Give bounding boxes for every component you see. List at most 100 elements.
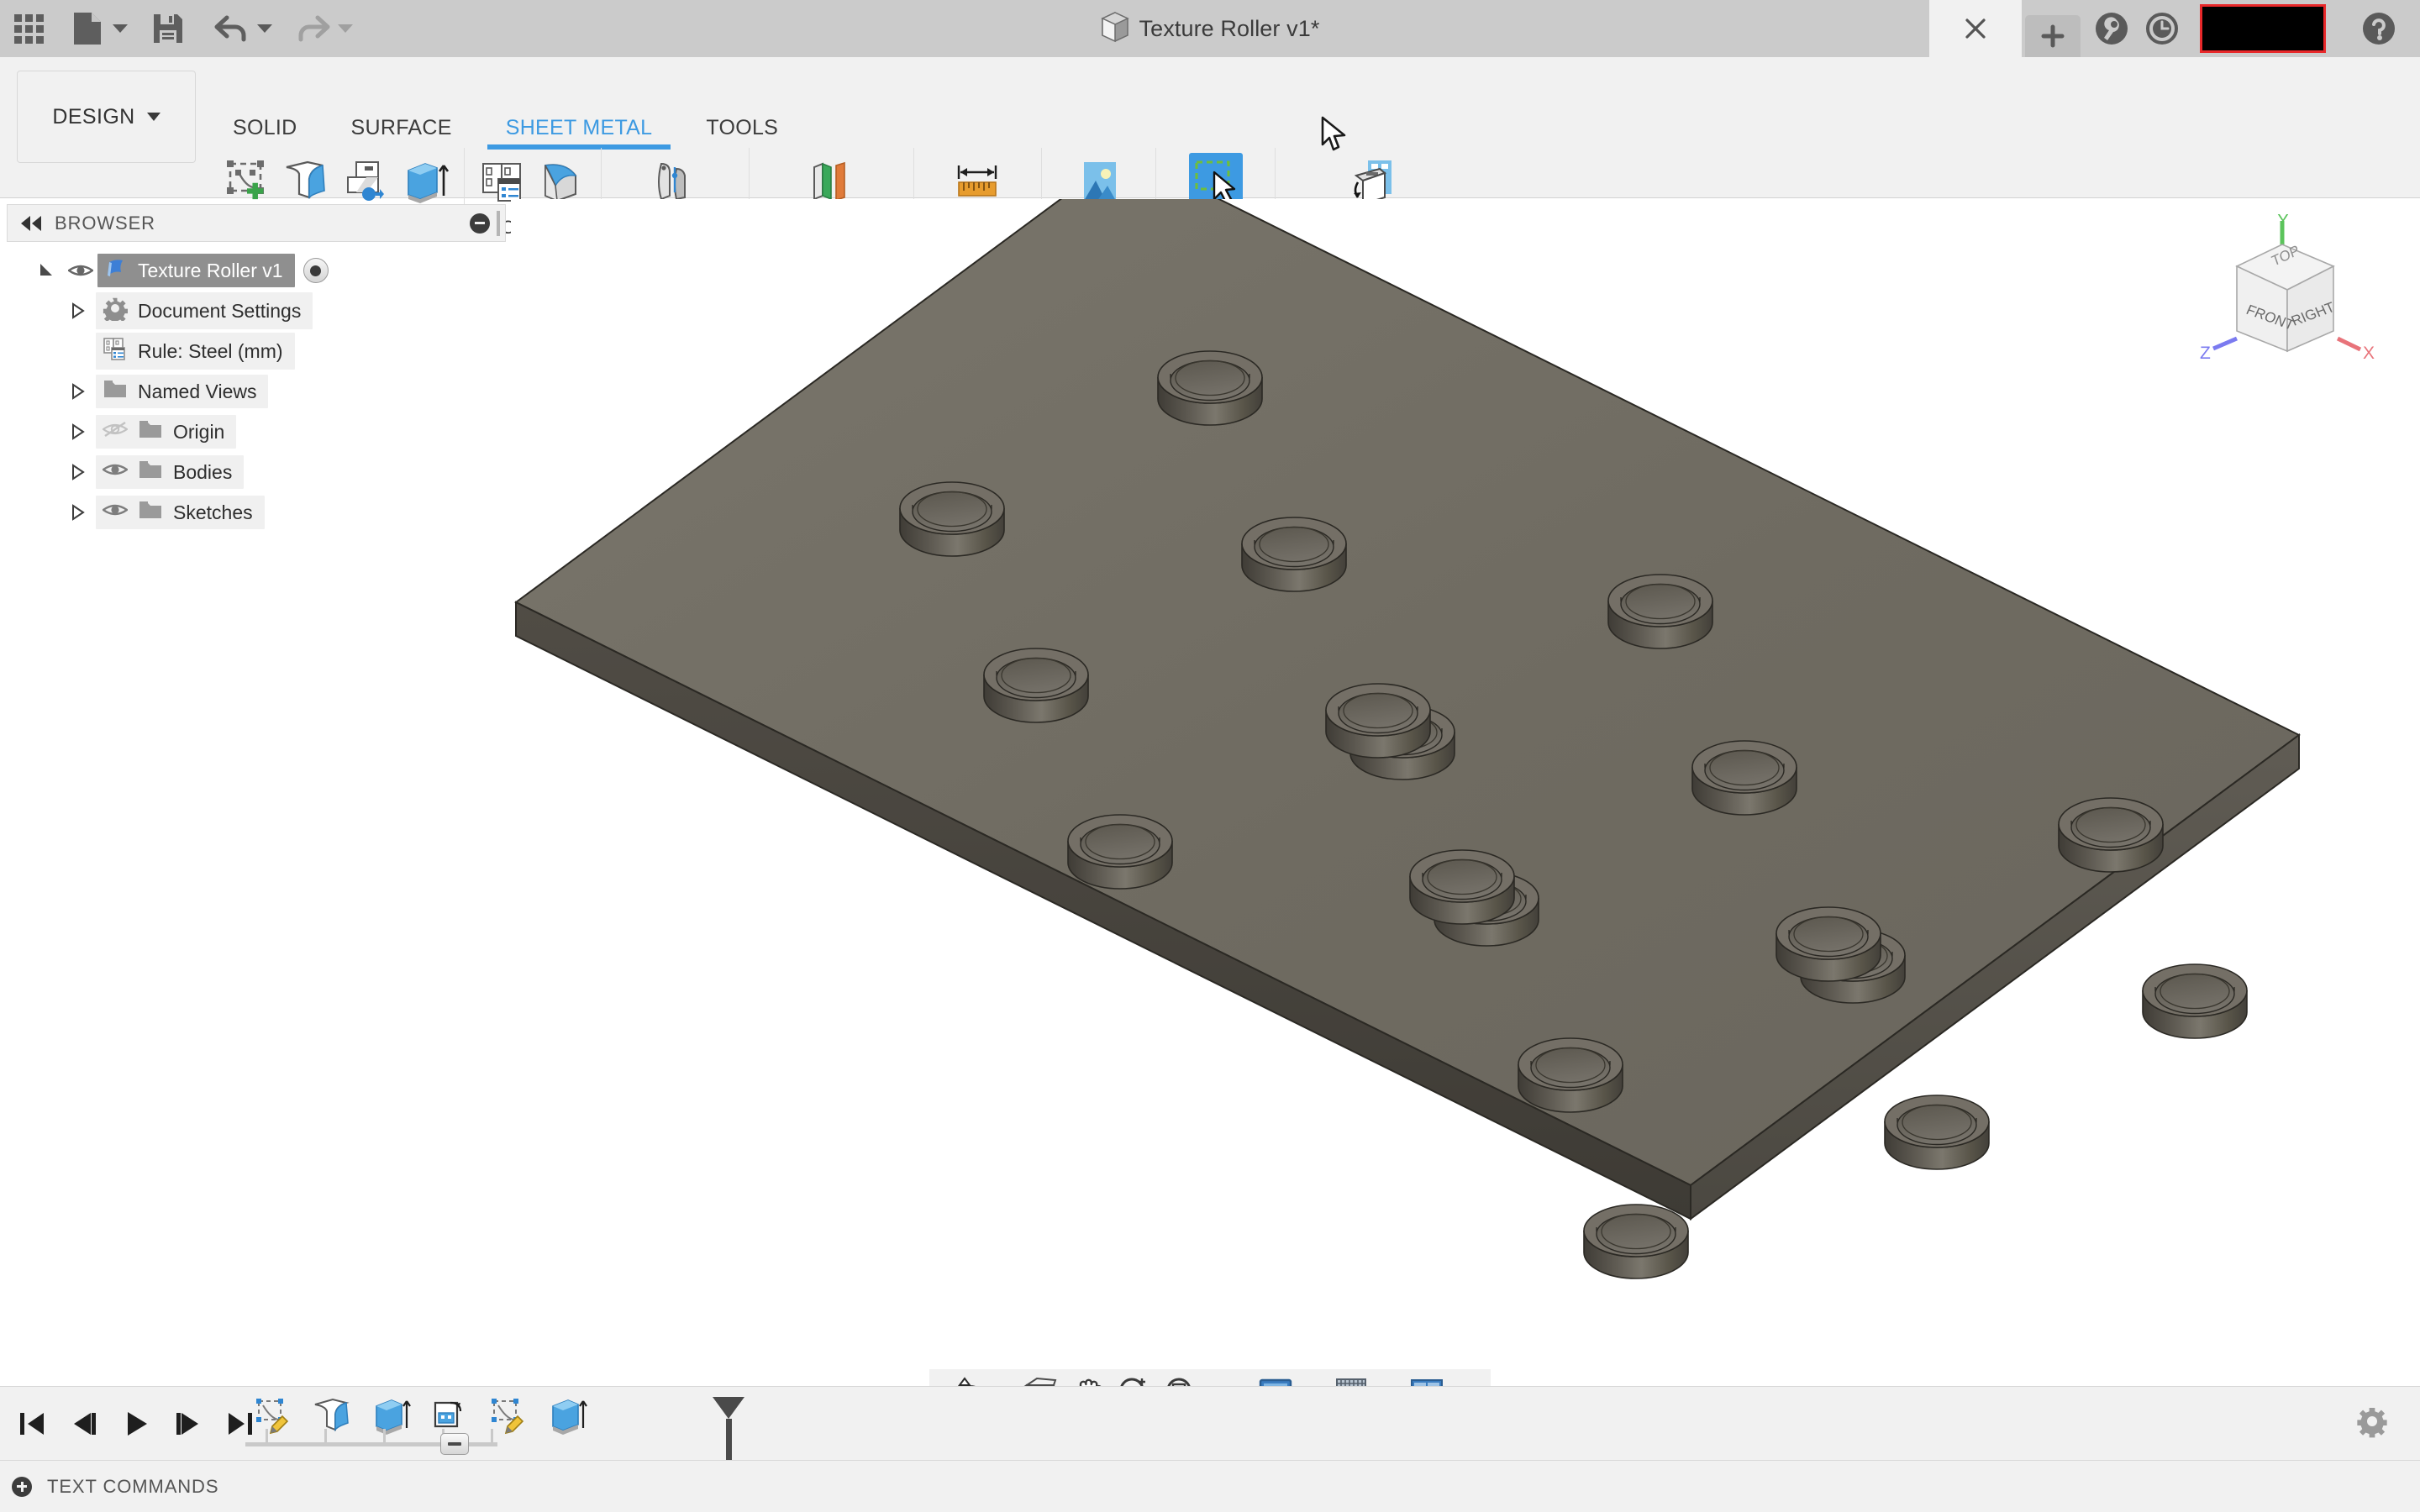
tree-item-rule[interactable]: Rule: Steel (mm) bbox=[0, 331, 511, 371]
file-new-icon[interactable] bbox=[67, 8, 108, 50]
tree-item-document-settings[interactable]: Document Settings bbox=[0, 291, 511, 331]
browser-title: BROWSER bbox=[55, 212, 155, 234]
timeline-extrude-2[interactable] bbox=[544, 1392, 591, 1439]
plus-circle-icon[interactable] bbox=[12, 1476, 32, 1497]
gear-icon bbox=[103, 296, 129, 326]
folder-icon bbox=[103, 378, 128, 405]
tree-label: Texture Roller v1 bbox=[138, 259, 283, 281]
timeline bbox=[0, 1386, 2420, 1494]
visibility-hidden-eye-icon[interactable] bbox=[102, 420, 129, 444]
timeline-track[interactable] bbox=[245, 1397, 744, 1494]
tree-label-wrap-bodies[interactable]: Bodies bbox=[96, 455, 245, 489]
save-icon[interactable] bbox=[148, 8, 188, 50]
activate-component-radio[interactable] bbox=[302, 258, 329, 283]
step-forward-button[interactable] bbox=[168, 1402, 208, 1446]
model-3d-plate[interactable] bbox=[511, 199, 2420, 1392]
axis-z-line bbox=[2212, 336, 2238, 351]
redo-icon[interactable] bbox=[292, 8, 333, 50]
timeline-marker[interactable] bbox=[440, 1433, 469, 1455]
file-dropdown-caret-icon[interactable] bbox=[108, 8, 133, 50]
visibility-eye-icon[interactable] bbox=[64, 261, 97, 280]
tree-item-bodies[interactable]: Bodies bbox=[0, 452, 511, 492]
tab-solid-label: SOLID bbox=[233, 115, 297, 139]
visibility-eye-icon[interactable] bbox=[101, 460, 129, 484]
redo-dropdown-caret-icon[interactable] bbox=[333, 8, 358, 50]
axis-z-label: Z bbox=[2200, 344, 2211, 363]
folder-icon bbox=[138, 418, 163, 445]
play-button[interactable] bbox=[116, 1402, 156, 1446]
tree-item-named-views[interactable]: Named Views bbox=[0, 371, 511, 412]
timeline-extrude-1[interactable] bbox=[367, 1392, 414, 1439]
fusion360-window: Texture Roller v1* DESIGN SOLID SURFACE … bbox=[0, 0, 2420, 1512]
go-to-beginning-button[interactable] bbox=[12, 1402, 52, 1446]
twisty-collapsed-icon[interactable] bbox=[60, 463, 96, 481]
browser-tree: Texture Roller v1 Document Settings Rule… bbox=[0, 242, 511, 533]
quick-access-toolbar bbox=[0, 8, 358, 50]
tree-label: Bodies bbox=[173, 460, 233, 483]
tab-sheet-metal-label: SHEET METAL bbox=[505, 115, 653, 139]
tree-label: Document Settings bbox=[138, 299, 302, 322]
tree-item-sketches[interactable]: Sketches bbox=[0, 492, 511, 533]
help-icon[interactable] bbox=[2360, 9, 2398, 48]
axis-y-label: Y bbox=[2277, 214, 2289, 230]
titlebar-right bbox=[1929, 0, 2420, 57]
workspace-label: DESIGN bbox=[52, 104, 135, 129]
timeline-sketch-1[interactable] bbox=[250, 1392, 297, 1439]
undo-dropdown-caret-icon[interactable] bbox=[252, 8, 277, 50]
step-back-button[interactable] bbox=[64, 1402, 104, 1446]
tree-label-wrap-origin[interactable]: Origin bbox=[96, 415, 237, 449]
browser-panel: BROWSER Texture Roller v1 Document Setti… bbox=[0, 199, 511, 1512]
tree-item-origin[interactable]: Origin bbox=[0, 412, 511, 452]
panel-resize-grip[interactable] bbox=[497, 210, 500, 236]
visibility-eye-icon[interactable] bbox=[101, 501, 129, 524]
component-icon bbox=[104, 257, 128, 284]
timeline-flange-1[interactable] bbox=[308, 1392, 355, 1439]
browser-header: BROWSER bbox=[7, 204, 506, 242]
tree-item-texture-roller[interactable]: Texture Roller v1 bbox=[0, 250, 511, 291]
chevron-down-icon bbox=[146, 113, 160, 121]
timeline-end-marker[interactable] bbox=[713, 1397, 744, 1419]
tab-solid[interactable]: SOLID bbox=[206, 106, 324, 150]
minus-circle-icon[interactable] bbox=[470, 213, 490, 234]
ribbon: DESIGN SOLID SURFACE SHEET METAL TOOLS bbox=[0, 57, 2420, 239]
double-arrow-left-icon[interactable] bbox=[21, 215, 41, 231]
folder-icon bbox=[138, 499, 163, 526]
close-tab-button[interactable] bbox=[1929, 0, 2022, 57]
page-title: Texture Roller v1* bbox=[1139, 15, 1320, 41]
twisty-collapsed-icon[interactable] bbox=[60, 503, 96, 522]
tree-label-wrap-named-views[interactable]: Named Views bbox=[96, 375, 269, 408]
tree-label-wrap-sketches[interactable]: Sketches bbox=[96, 496, 265, 529]
tab-tools[interactable]: TOOLS bbox=[679, 106, 805, 150]
timeline-settings-gear-icon[interactable] bbox=[2354, 1404, 2390, 1443]
document-cube-icon bbox=[1100, 11, 1129, 47]
job-status-clock-icon[interactable] bbox=[2143, 9, 2181, 48]
rule-icon bbox=[103, 336, 128, 366]
tree-label-wrap-rule[interactable]: Rule: Steel (mm) bbox=[96, 333, 295, 370]
workspace-switcher-button[interactable]: DESIGN bbox=[17, 71, 196, 163]
tab-sheet-metal[interactable]: SHEET METAL bbox=[479, 106, 680, 150]
axis-x-line bbox=[2336, 336, 2362, 352]
twisty-expanded-icon[interactable] bbox=[29, 261, 64, 280]
app-grid-icon[interactable] bbox=[8, 8, 49, 50]
twisty-collapsed-icon[interactable] bbox=[60, 382, 96, 401]
tree-label-wrap-document-settings[interactable]: Document Settings bbox=[96, 292, 313, 329]
twisty-collapsed-icon[interactable] bbox=[60, 423, 96, 441]
text-commands-label: TEXT COMMANDS bbox=[47, 1475, 219, 1497]
tree-label: Rule: Steel (mm) bbox=[138, 339, 283, 362]
account-area-redacted[interactable] bbox=[2200, 4, 2326, 53]
axis-x-label: X bbox=[2363, 344, 2375, 363]
folder-icon bbox=[138, 459, 163, 486]
twisty-collapsed-icon[interactable] bbox=[60, 302, 96, 320]
new-tab-button[interactable] bbox=[2025, 15, 2081, 57]
tree-label-wrap-root[interactable]: Texture Roller v1 bbox=[97, 254, 295, 287]
extensions-icon[interactable] bbox=[2092, 9, 2131, 48]
view-cube[interactable]: Y X Z TOP FRONT RIGHT bbox=[2188, 211, 2381, 374]
tab-tools-label: TOOLS bbox=[706, 115, 779, 139]
timeline-pattern-1[interactable] bbox=[426, 1392, 473, 1439]
undo-icon[interactable] bbox=[212, 8, 252, 50]
tree-label: Sketches bbox=[173, 501, 253, 523]
tab-surface[interactable]: SURFACE bbox=[324, 106, 479, 150]
status-bar: TEXT COMMANDS bbox=[0, 1460, 2420, 1512]
tab-surface-label: SURFACE bbox=[350, 115, 452, 139]
canvas-viewport[interactable]: Y X Z TOP FRONT RIGHT bbox=[511, 199, 2420, 1392]
